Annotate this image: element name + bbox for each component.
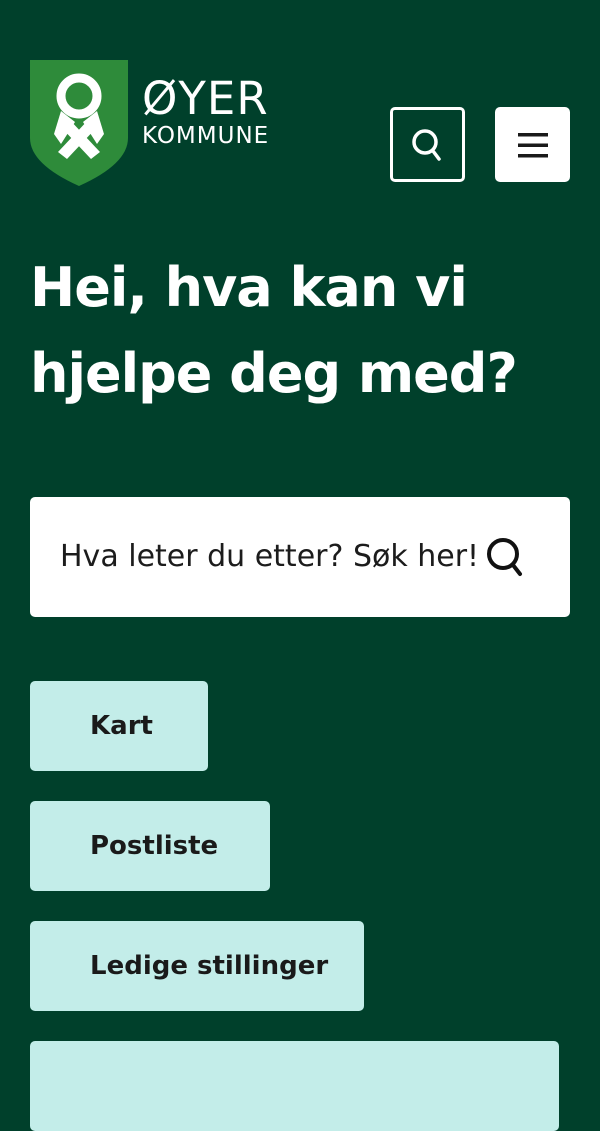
shield-logo-icon [30,60,128,186]
quick-link-ledige-stillinger[interactable]: Ledige stillinger [30,921,364,1011]
search-icon [411,128,441,161]
search-placeholder: Hva leter du etter? Søk her! [60,539,480,574]
menu-button[interactable] [495,107,570,182]
logo-wordmark: ØYER KOMMUNE [142,76,269,148]
quick-link-postliste[interactable]: Postliste [30,801,270,891]
quick-link-kart[interactable]: Kart [30,681,208,771]
search-icon[interactable] [483,534,529,580]
logo-name: ØYER [142,72,269,125]
hero-title: Hei, hva kan vi hjelpe deg med? [30,256,518,405]
hamburger-menu-icon [517,132,548,157]
search-input[interactable]: Hva leter du etter? Søk her! [30,497,570,617]
oyer-kommune-logo[interactable]: ØYER KOMMUNE [30,60,290,186]
site-header: ØYER KOMMUNE [0,0,600,200]
quick-link-partial[interactable] [30,1041,559,1131]
logo-subtitle: KOMMUNE [142,123,270,149]
header-search-button[interactable] [390,107,465,182]
